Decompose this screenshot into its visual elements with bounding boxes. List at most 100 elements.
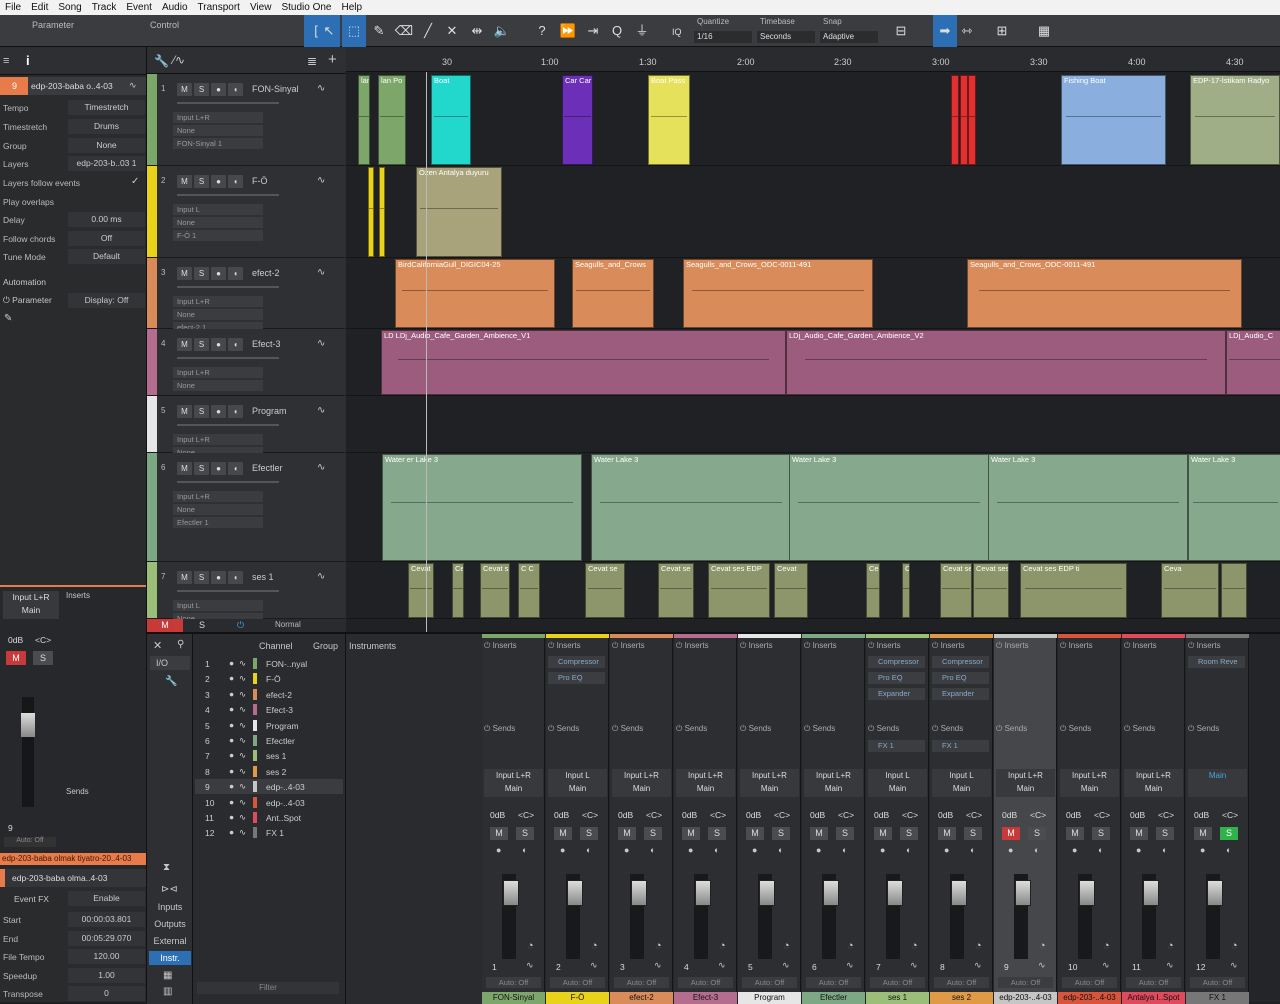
global-solo-button[interactable]: S: [199, 620, 205, 630]
output-select[interactable]: Main: [740, 782, 799, 795]
io-routing[interactable]: Input L+R Main: [484, 769, 543, 797]
snap-to-grid-icon[interactable]: ⊟: [889, 15, 913, 47]
info-icon[interactable]: i: [26, 53, 30, 68]
volume-readout[interactable]: 0dB: [938, 810, 953, 820]
record-icon[interactable]: ●: [624, 845, 629, 855]
channel-list-row[interactable]: 8 ● ∿ ses 2: [195, 764, 343, 779]
volume-fader[interactable]: [1207, 880, 1223, 906]
volume-readout[interactable]: 0dB: [1066, 810, 1081, 820]
inspector-row-value[interactable]: Default: [68, 249, 145, 264]
metronome-icon[interactable]: ⏚: [630, 15, 654, 47]
output-select[interactable]: Main: [1188, 769, 1247, 782]
monitor-icon[interactable]: ◐: [714, 845, 719, 855]
monitor-icon[interactable]: ⏻: [237, 620, 244, 631]
help-icon[interactable]: ?: [530, 15, 554, 47]
channel-list-row[interactable]: 5 ● ∿ Program: [195, 718, 343, 733]
inserts-header[interactable]: ⏻ Inserts: [1188, 641, 1221, 651]
record-icon[interactable]: ●: [816, 845, 821, 855]
track-solo-button[interactable]: S: [194, 83, 209, 96]
audio-clip[interactable]: Cevat se: [585, 563, 625, 618]
snap-select[interactable]: Adaptive: [820, 31, 878, 43]
monitor-speaker-icon[interactable]: ◖: [228, 571, 243, 584]
inserts-header[interactable]: ⏻ Inserts: [612, 641, 645, 651]
track-header[interactable]: 7MS●◖ses 1∿Input LNone: [147, 562, 345, 624]
record-arm-icon[interactable]: ●: [211, 462, 226, 475]
inspector-output[interactable]: Main: [3, 604, 59, 617]
io-routing[interactable]: Input L Main: [868, 769, 927, 797]
instruments-button[interactable]: Instr.: [149, 951, 191, 965]
io-routing[interactable]: Input L+R Main: [804, 769, 863, 797]
grid-icon[interactable]: ▦: [163, 970, 172, 981]
automation-mode[interactable]: Auto: Off: [678, 977, 733, 988]
audio-clip[interactable]: Boat Pass: [648, 75, 690, 165]
pan-knob-icon[interactable]: ◔: [591, 940, 598, 952]
track-io-select[interactable]: Input L+R: [173, 491, 263, 502]
inspector-mute-button[interactable]: M: [6, 651, 26, 665]
pan-knob-icon[interactable]: ◔: [1231, 940, 1238, 952]
track-mute-button[interactable]: M: [177, 175, 192, 188]
output-select[interactable]: Main: [804, 782, 863, 795]
monitor-speaker-icon[interactable]: ◖: [228, 175, 243, 188]
collapse-icon[interactable]: ⧗: [163, 862, 170, 873]
audio-clip[interactable]: [968, 75, 976, 165]
menu-file[interactable]: File: [0, 0, 26, 15]
visible-dot-icon[interactable]: ●: [229, 704, 234, 714]
pin-icon[interactable]: ⚲: [177, 639, 184, 650]
channel-list-row[interactable]: 9 ● ∿ edp-..4-03: [195, 779, 343, 795]
volume-readout[interactable]: 0dB: [746, 810, 761, 820]
audio-clip[interactable]: C C: [518, 563, 540, 618]
insert-plugin[interactable]: Room Reve: [1188, 656, 1245, 668]
power-icon[interactable]: ⏻: [3, 295, 12, 305]
track-mute-button[interactable]: M: [177, 405, 192, 418]
visible-dot-icon[interactable]: ●: [229, 735, 234, 745]
solo-button[interactable]: S: [708, 827, 726, 840]
track-io-select[interactable]: None: [173, 504, 263, 515]
channel-list-row[interactable]: 10 ● ∿ edp-..4-03: [195, 795, 343, 810]
inserts-header[interactable]: ⏻ Inserts: [676, 641, 709, 651]
record-arm-icon[interactable]: ●: [211, 175, 226, 188]
io-routing[interactable]: Input L Main: [548, 769, 607, 797]
arrow-tool-icon[interactable]: ↖: [318, 15, 340, 47]
volume-fader[interactable]: [823, 880, 839, 906]
volume-fader[interactable]: [567, 880, 583, 906]
sends-header[interactable]: ⏻ Sends: [612, 724, 643, 734]
volume-readout[interactable]: 0dB: [618, 810, 633, 820]
monitor-icon[interactable]: ◐: [522, 845, 527, 855]
automation-mode[interactable]: Auto: Off: [550, 977, 605, 988]
pan-knob-icon[interactable]: ◔: [1039, 940, 1046, 952]
audio-clip[interactable]: LDj_Audio_C: [1226, 330, 1280, 395]
track-header[interactable]: 1 M S ● ◖ FON-Sinyal ∿ Input L+R None FON-Sinyal …: [147, 74, 345, 166]
inspector-automation-mode[interactable]: Auto: Off: [4, 837, 56, 847]
track-volume-slider[interactable]: [177, 590, 279, 592]
monitor-icon[interactable]: ◐: [906, 845, 911, 855]
monitor-speaker-icon[interactable]: ◖: [228, 338, 243, 351]
monitor-speaker-icon[interactable]: ◖: [228, 83, 243, 96]
audio-clip[interactable]: Water Lake 3: [789, 454, 989, 561]
track-io-select[interactable]: Input L+R: [173, 367, 263, 378]
channel-name-label[interactable]: edp-203-..4-03: [1058, 992, 1121, 1004]
track-volume-slider[interactable]: [177, 102, 279, 104]
track-io-select[interactable]: None: [173, 125, 263, 136]
channel-list-row[interactable]: 7 ● ∿ ses 1: [195, 748, 343, 763]
menu-audio[interactable]: Audio: [157, 0, 193, 15]
audio-clip[interactable]: EDP-17-İstikam Radyo: [1190, 75, 1280, 165]
monitor-icon[interactable]: ◐: [1098, 845, 1103, 855]
close-icon[interactable]: ✕: [153, 639, 162, 652]
menu-event[interactable]: Event: [121, 0, 157, 15]
zoom-icon[interactable]: Q: [605, 15, 629, 47]
checkbox-icon[interactable]: ✓: [131, 176, 139, 187]
audio-clip[interactable]: [951, 75, 959, 165]
timebase-select[interactable]: Seconds: [757, 31, 815, 43]
insert-plugin[interactable]: Pro EQ: [932, 672, 989, 684]
expand-icon[interactable]: ⊳⊲: [161, 884, 178, 895]
track-mute-button[interactable]: M: [177, 462, 192, 475]
track-header[interactable]: 5MS●◖Program∿Input L+RNone: [147, 396, 345, 458]
event-name[interactable]: edp-203-baba olma..4-03: [12, 873, 107, 883]
event-row-value[interactable]: 120.00: [68, 949, 145, 964]
input-select[interactable]: Input L+R: [676, 769, 735, 782]
output-select[interactable]: Main: [868, 782, 927, 795]
track-header[interactable]: 2 M S ● ◖ F-Ö ∿ Input L None F-Ö 1: [147, 166, 345, 258]
automation-mode[interactable]: Auto: Off: [742, 977, 797, 988]
track-solo-button[interactable]: S: [194, 338, 209, 351]
volume-readout[interactable]: 0dB: [554, 810, 569, 820]
